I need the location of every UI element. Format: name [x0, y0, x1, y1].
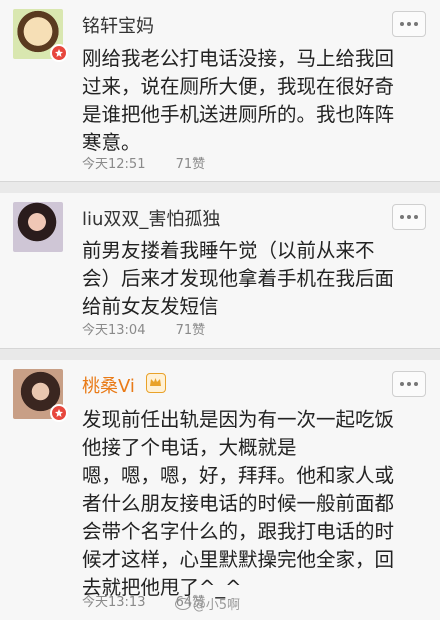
- timestamp: 今天13:04: [82, 323, 146, 338]
- like-count[interactable]: 71赞: [176, 323, 206, 338]
- comment-meta: 今天12:51 71赞: [82, 153, 205, 172]
- comment-text: 前男友搂着我睡午觉（以前从来不 会）后来才发现他拿着手机在我后面 给前女友发短信: [82, 239, 395, 318]
- comment-card: 桃桑Vi 发现前任出轨是因为有一次一起吃饭 他接了个电话，大概就是 嗯，嗯，嗯，…: [0, 360, 440, 620]
- comment-text: 刚给我老公打电话没接，马上给我回 过来，说在厕所大便，我现在很好奇 是谁把他手机…: [82, 47, 395, 154]
- watermark: @小5啊: [174, 594, 240, 613]
- more-icon-dot: [407, 382, 411, 386]
- more-icon-dot: [414, 22, 418, 26]
- verified-badge-icon: [50, 404, 68, 422]
- vip-member-icon[interactable]: [146, 373, 166, 393]
- username[interactable]: 铭轩宝妈: [82, 12, 154, 38]
- timestamp: 今天13:13: [82, 595, 146, 610]
- more-icon: [400, 22, 404, 26]
- username[interactable]: 桃桑Vi: [82, 372, 135, 398]
- comment-text: 发现前任出轨是因为有一次一起吃饭 他接了个电话，大概就是 嗯，嗯，嗯，好，拜拜。…: [82, 408, 395, 599]
- like-count[interactable]: 71赞: [176, 157, 206, 172]
- comment-card: liu双双_害怕孤独 前男友搂着我睡午觉（以前从来不 会）后来才发现他拿着手机在…: [0, 193, 440, 349]
- avatar[interactable]: [13, 202, 63, 252]
- comment-card: 铭轩宝妈 刚给我老公打电话没接，马上给我回 过来，说在厕所大便，我现在很好奇 是…: [0, 0, 440, 182]
- more-icon: [400, 215, 404, 219]
- more-icon: [400, 382, 404, 386]
- more-icon-dot: [414, 215, 418, 219]
- more-icon-dot: [407, 22, 411, 26]
- verified-badge-icon: [50, 44, 68, 62]
- more-options-button[interactable]: [392, 371, 426, 397]
- more-icon-dot: [407, 215, 411, 219]
- timestamp: 今天12:51: [82, 157, 146, 172]
- comment-feed: 铭轩宝妈 刚给我老公打电话没接，马上给我回 过来，说在厕所大便，我现在很好奇 是…: [0, 0, 440, 620]
- more-icon-dot: [414, 382, 418, 386]
- username[interactable]: liu双双_害怕孤独: [82, 205, 220, 231]
- more-options-button[interactable]: [392, 204, 426, 230]
- weibo-logo-icon: [174, 598, 191, 610]
- watermark-text: @小5啊: [192, 598, 240, 613]
- more-options-button[interactable]: [392, 11, 426, 37]
- comment-meta: 今天13:04 71赞: [82, 319, 205, 338]
